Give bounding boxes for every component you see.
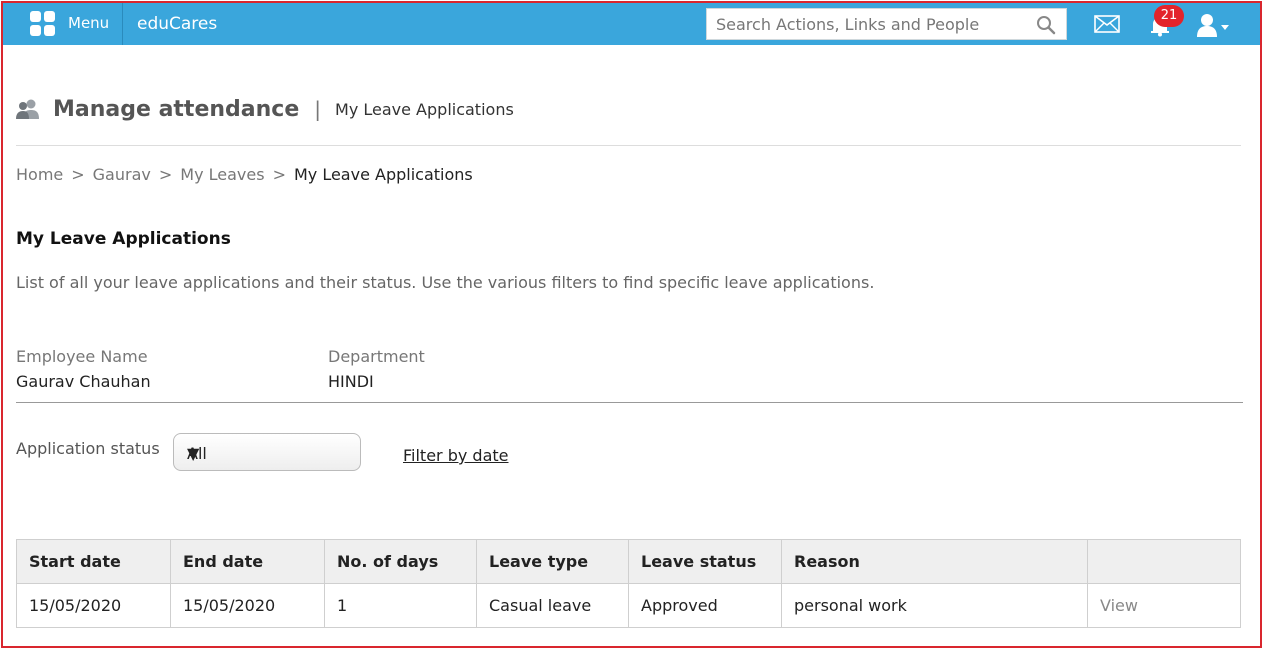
global-search	[706, 8, 1067, 40]
section-title: My Leave Applications	[16, 229, 231, 249]
cell-leave-status: Approved	[628, 583, 782, 628]
column-leave-type: Leave type	[476, 539, 629, 584]
breadcrumb-gaurav[interactable]: Gaurav	[93, 165, 151, 184]
grid-menu-icon	[30, 11, 56, 37]
page-header: Manage attendance | My Leave Application…	[16, 94, 514, 124]
leave-applications-table: Start date End date No. of days Leave ty…	[16, 539, 1241, 628]
filter-by-date-link[interactable]: Filter by date	[403, 446, 509, 465]
column-end-date: End date	[170, 539, 325, 584]
section-description: List of all your leave applications and …	[16, 273, 875, 292]
search-input[interactable]	[707, 9, 1027, 39]
menu-button[interactable]: Menu	[3, 3, 123, 45]
column-start-date: Start date	[16, 539, 171, 584]
view-link[interactable]: View	[1087, 583, 1241, 628]
department-value: HINDI	[328, 372, 374, 391]
table-row: 15/05/2020 15/05/2020 1 Casual leave App…	[16, 583, 1241, 628]
breadcrumb-separator: >	[158, 165, 173, 184]
chevron-down-icon: ▼	[187, 444, 200, 463]
cell-leave-type: Casual leave	[476, 583, 629, 628]
cell-no-of-days: 1	[324, 583, 477, 628]
breadcrumb-home[interactable]: Home	[16, 165, 63, 184]
breadcrumb-separator: >	[272, 165, 286, 184]
breadcrumb-my-leaves[interactable]: My Leaves	[180, 165, 264, 184]
employee-name-value: Gaurav Chauhan	[16, 372, 151, 391]
table-header-row: Start date End date No. of days Leave ty…	[16, 539, 1241, 584]
column-action	[1087, 539, 1241, 584]
header-divider	[16, 145, 1241, 146]
breadcrumb-separator: >	[71, 165, 85, 184]
page-title: Manage attendance	[53, 96, 300, 122]
application-status-select[interactable]: All ▼	[173, 433, 361, 471]
cell-reason: personal work	[781, 583, 1088, 628]
breadcrumb-current: My Leave Applications	[293, 165, 473, 184]
employee-name-label: Employee Name	[16, 347, 148, 366]
menu-label: Menu	[68, 14, 110, 32]
title-separator: |	[314, 97, 322, 121]
people-icon	[16, 99, 39, 119]
breadcrumb: Home > Gaurav > My Leaves > My Leave Applicati…	[16, 165, 473, 184]
column-leave-status: Leave status	[628, 539, 782, 584]
department-label: Department	[328, 347, 425, 366]
search-icon[interactable]	[1036, 15, 1056, 35]
notification-badge: 21	[1154, 5, 1184, 27]
user-account-icon[interactable]	[1196, 12, 1230, 38]
info-divider	[16, 402, 1243, 403]
page-subtitle: My Leave Applications	[335, 99, 514, 119]
mail-icon[interactable]	[1094, 15, 1120, 33]
column-reason: Reason	[781, 539, 1088, 584]
cell-start-date: 15/05/2020	[16, 583, 171, 628]
application-status-label: Application status	[16, 439, 160, 458]
top-navigation-bar: Menu eduCares 21	[3, 3, 1260, 45]
column-no-of-days: No. of days	[324, 539, 477, 584]
brand-link[interactable]: eduCares	[137, 14, 217, 34]
cell-end-date: 15/05/2020	[170, 583, 325, 628]
